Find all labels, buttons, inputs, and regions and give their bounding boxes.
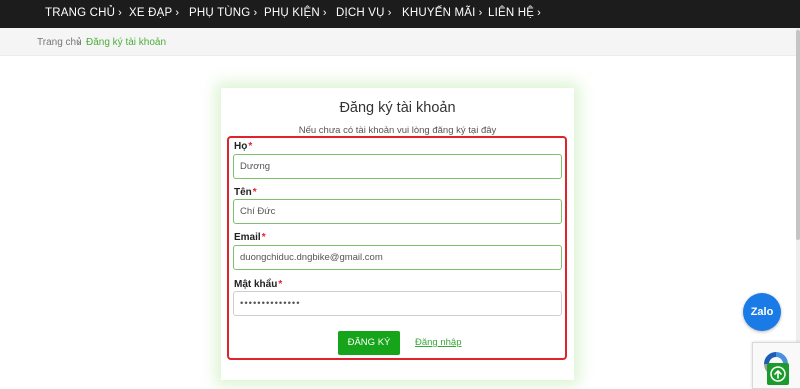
nav-item-lien-he[interactable]: LIÊN HỆ › xyxy=(488,0,541,26)
nav-item-dich-vu[interactable]: DỊCH VỤ › xyxy=(336,0,392,26)
nav-item-khuyen-mai[interactable]: KHUYẾN MÃI › xyxy=(402,0,482,26)
top-navigation: TRANG CHỦ › XE ĐẠP › PHỤ TÙNG › PHỤ KIỆN › D… xyxy=(0,0,800,28)
chevron-right-icon: › xyxy=(537,7,542,19)
nav-item-phu-tung[interactable]: PHỤ TÙNG › xyxy=(189,0,257,26)
scrollbar-thumb[interactable] xyxy=(796,30,800,240)
nav-item-label: DỊCH VỤ xyxy=(336,7,385,19)
chevron-right-icon: › xyxy=(478,7,483,19)
nav-item-phu-kien[interactable]: PHỤ KIỆN › xyxy=(264,0,327,26)
required-mark: * xyxy=(261,232,266,243)
email-field[interactable]: duongchiduc.dngbike@gmail.com xyxy=(233,245,562,270)
nav-item-trang-chu[interactable]: TRANG CHỦ › xyxy=(45,0,122,26)
label-text: Mật khẩu xyxy=(234,279,278,290)
form-subtitle: Nếu chưa có tài khoản vui lòng đăng ký t… xyxy=(298,125,497,136)
breadcrumb-home-link[interactable]: Trang chủ xyxy=(37,37,82,48)
first-name-input[interactable]: Chí Đức xyxy=(233,199,562,224)
chevron-right-icon: › xyxy=(322,7,327,19)
nav-item-xe-dap[interactable]: XE ĐẠP › xyxy=(129,0,179,26)
nav-item-label: PHỤ KIỆN xyxy=(264,7,320,19)
nav-item-label: LIÊN HỆ xyxy=(488,7,535,19)
breadcrumb-separator: › xyxy=(77,37,81,48)
chevron-right-icon: › xyxy=(118,7,123,19)
label-text: Email xyxy=(234,232,261,243)
nav-item-label: TRANG CHỦ xyxy=(45,7,116,19)
zalo-label: Zalo xyxy=(750,306,774,318)
login-link[interactable]: Đăng nhập xyxy=(415,337,461,348)
first-name-label: Tên* xyxy=(234,187,257,198)
required-mark: * xyxy=(252,187,257,198)
required-mark: * xyxy=(278,279,283,290)
password-field[interactable]: •••••••••••••• xyxy=(233,291,562,316)
nav-item-label: PHỤ TÙNG xyxy=(189,7,251,19)
nav-item-label: KHUYẾN MÃI xyxy=(402,7,476,19)
last-name-label: Họ* xyxy=(234,141,252,152)
arrow-up-icon xyxy=(770,366,786,382)
zalo-chat-button[interactable]: Zalo xyxy=(743,293,781,331)
label-text: Họ xyxy=(234,141,248,152)
email-label: Email* xyxy=(234,232,266,243)
back-to-top-button[interactable] xyxy=(767,363,789,385)
nav-item-label: XE ĐẠP xyxy=(129,7,173,19)
last-name-input[interactable]: Dương xyxy=(233,154,562,179)
label-text: Tên xyxy=(234,187,252,198)
chevron-right-icon: › xyxy=(387,7,392,19)
breadcrumb-current: Đăng ký tài khoản xyxy=(86,37,167,48)
chevron-right-icon: › xyxy=(175,7,180,19)
required-mark: * xyxy=(248,141,253,152)
password-label: Mật khẩu* xyxy=(234,279,282,290)
breadcrumb: Trang chủ › Đăng ký tài khoản xyxy=(0,28,800,56)
register-button[interactable]: ĐĂNG KÝ xyxy=(338,331,400,355)
chevron-right-icon: › xyxy=(253,7,258,19)
page-title: Đăng ký tài khoản xyxy=(339,100,456,116)
